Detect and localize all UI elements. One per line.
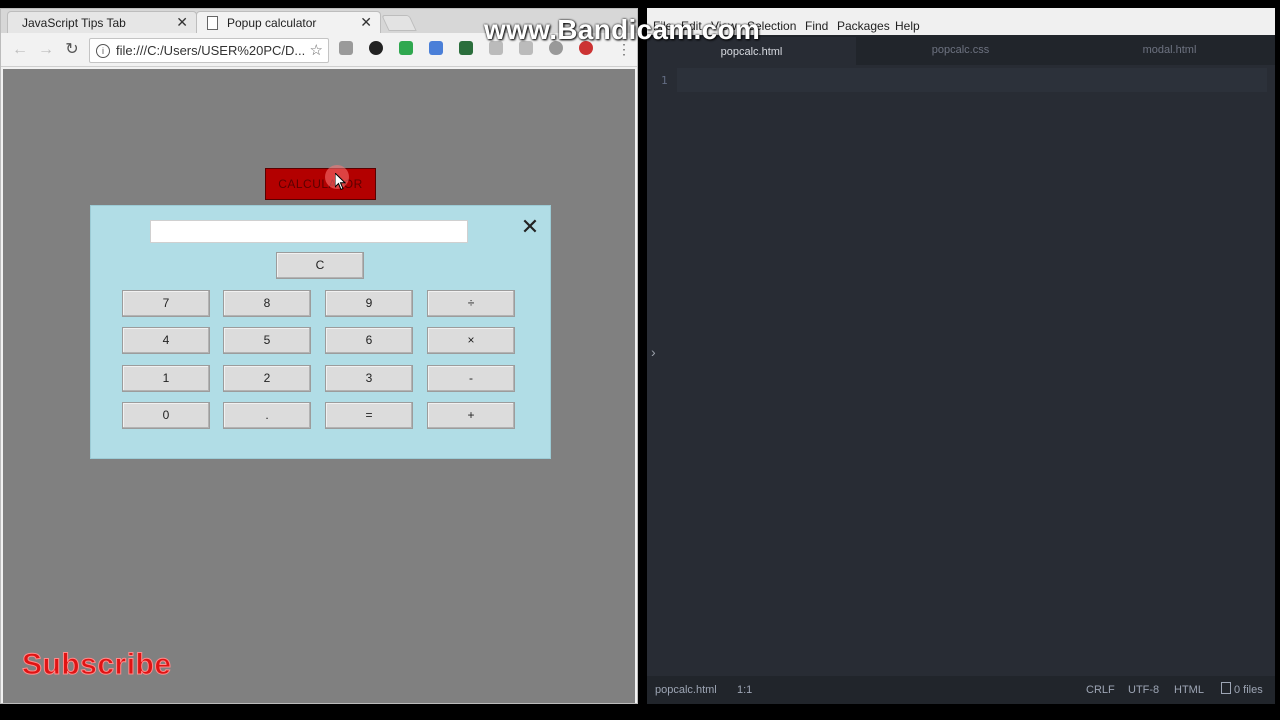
key-6[interactable]: 6 [325, 327, 413, 354]
tab-title: JavaScript Tips Tab [22, 16, 126, 30]
info-icon[interactable]: i [96, 44, 110, 58]
menu-help[interactable]: Help [895, 19, 920, 33]
key-decimal[interactable]: . [223, 402, 311, 429]
key-2[interactable]: 2 [223, 365, 311, 392]
bandicam-watermark: www.Bandicam.com [484, 14, 761, 45]
editor-status-bar: popcalc.html 1:1 CRLF UTF-8 HTML 0 files [647, 676, 1275, 704]
tab-popcalc-css[interactable]: popcalc.css [856, 35, 1065, 65]
calculator-display[interactable] [150, 220, 468, 243]
files-icon [1221, 682, 1231, 694]
status-encoding[interactable]: UTF-8 [1128, 676, 1159, 704]
active-line-highlight [677, 68, 1267, 92]
reload-icon[interactable]: ↻ [63, 41, 81, 59]
forward-arrow-icon[interactable]: → [37, 41, 55, 59]
status-line-ending[interactable]: CRLF [1086, 676, 1115, 704]
key-1[interactable]: 1 [122, 365, 210, 392]
key-divide[interactable]: ÷ [427, 290, 515, 317]
key-equals[interactable]: = [325, 402, 413, 429]
key-multiply[interactable]: × [427, 327, 515, 354]
new-tab-button[interactable] [381, 15, 417, 31]
address-bar[interactable]: i file:///C:/Users/USER%20PC/D... ☆ [89, 38, 329, 63]
extension-icon[interactable] [369, 41, 383, 55]
calculator-modal: ✕ C 7 8 9 ÷ 4 5 6 × 1 2 3 - 0 . = + [90, 205, 551, 459]
gmail-extension-icon[interactable] [339, 41, 353, 55]
page-icon [207, 16, 218, 30]
status-files-label: 0 files [1234, 684, 1263, 696]
subscribe-overlay: Subscribe [22, 648, 172, 682]
key-add[interactable]: + [427, 402, 515, 429]
menu-packages[interactable]: Packages [837, 19, 890, 33]
key-0[interactable]: 0 [122, 402, 210, 429]
close-tab-icon[interactable]: ✕ [360, 12, 372, 32]
drive-extension-icon[interactable] [399, 41, 413, 55]
key-subtract[interactable]: - [427, 365, 515, 392]
clear-button[interactable]: C [276, 252, 364, 279]
key-5[interactable]: 5 [223, 327, 311, 354]
tab-title: Popup calculator [227, 16, 317, 30]
browser-window: JavaScript Tips Tab ✕ Popup calculator ✕… [0, 8, 638, 704]
key-4[interactable]: 4 [122, 327, 210, 354]
status-files[interactable]: 0 files [1221, 676, 1263, 704]
code-editor-window: File Edit View Selection Find Packages H… [647, 8, 1275, 704]
mouse-cursor-icon [335, 173, 347, 191]
extension-icon[interactable] [459, 41, 473, 55]
line-number: 1 [661, 74, 668, 87]
close-icon[interactable]: ✕ [520, 216, 540, 238]
status-file[interactable]: popcalc.html [655, 676, 717, 704]
tab-modal-html[interactable]: modal.html [1065, 35, 1274, 65]
menu-find[interactable]: Find [805, 19, 828, 33]
key-7[interactable]: 7 [122, 290, 210, 317]
close-tab-icon[interactable]: ✕ [176, 12, 188, 32]
status-grammar[interactable]: HTML [1174, 676, 1204, 704]
translate-extension-icon[interactable] [429, 41, 443, 55]
page-viewport: CALCULATOR ✕ C 7 8 9 ÷ 4 5 6 × 1 2 3 - 0… [3, 69, 635, 703]
status-cursor[interactable]: 1:1 [737, 676, 752, 704]
tab-javascript-tips[interactable]: JavaScript Tips Tab ✕ [7, 11, 197, 33]
key-3[interactable]: 3 [325, 365, 413, 392]
back-arrow-icon[interactable]: ← [11, 41, 29, 59]
chevron-right-icon[interactable]: › [651, 344, 656, 360]
key-9[interactable]: 9 [325, 290, 413, 317]
url-text: file:///C:/Users/USER%20PC/D... [116, 43, 306, 58]
bookmark-star-icon[interactable]: ☆ [310, 39, 323, 62]
key-8[interactable]: 8 [223, 290, 311, 317]
open-calculator-button[interactable]: CALCULATOR [265, 168, 376, 200]
tab-popup-calculator[interactable]: Popup calculator ✕ [196, 11, 381, 33]
